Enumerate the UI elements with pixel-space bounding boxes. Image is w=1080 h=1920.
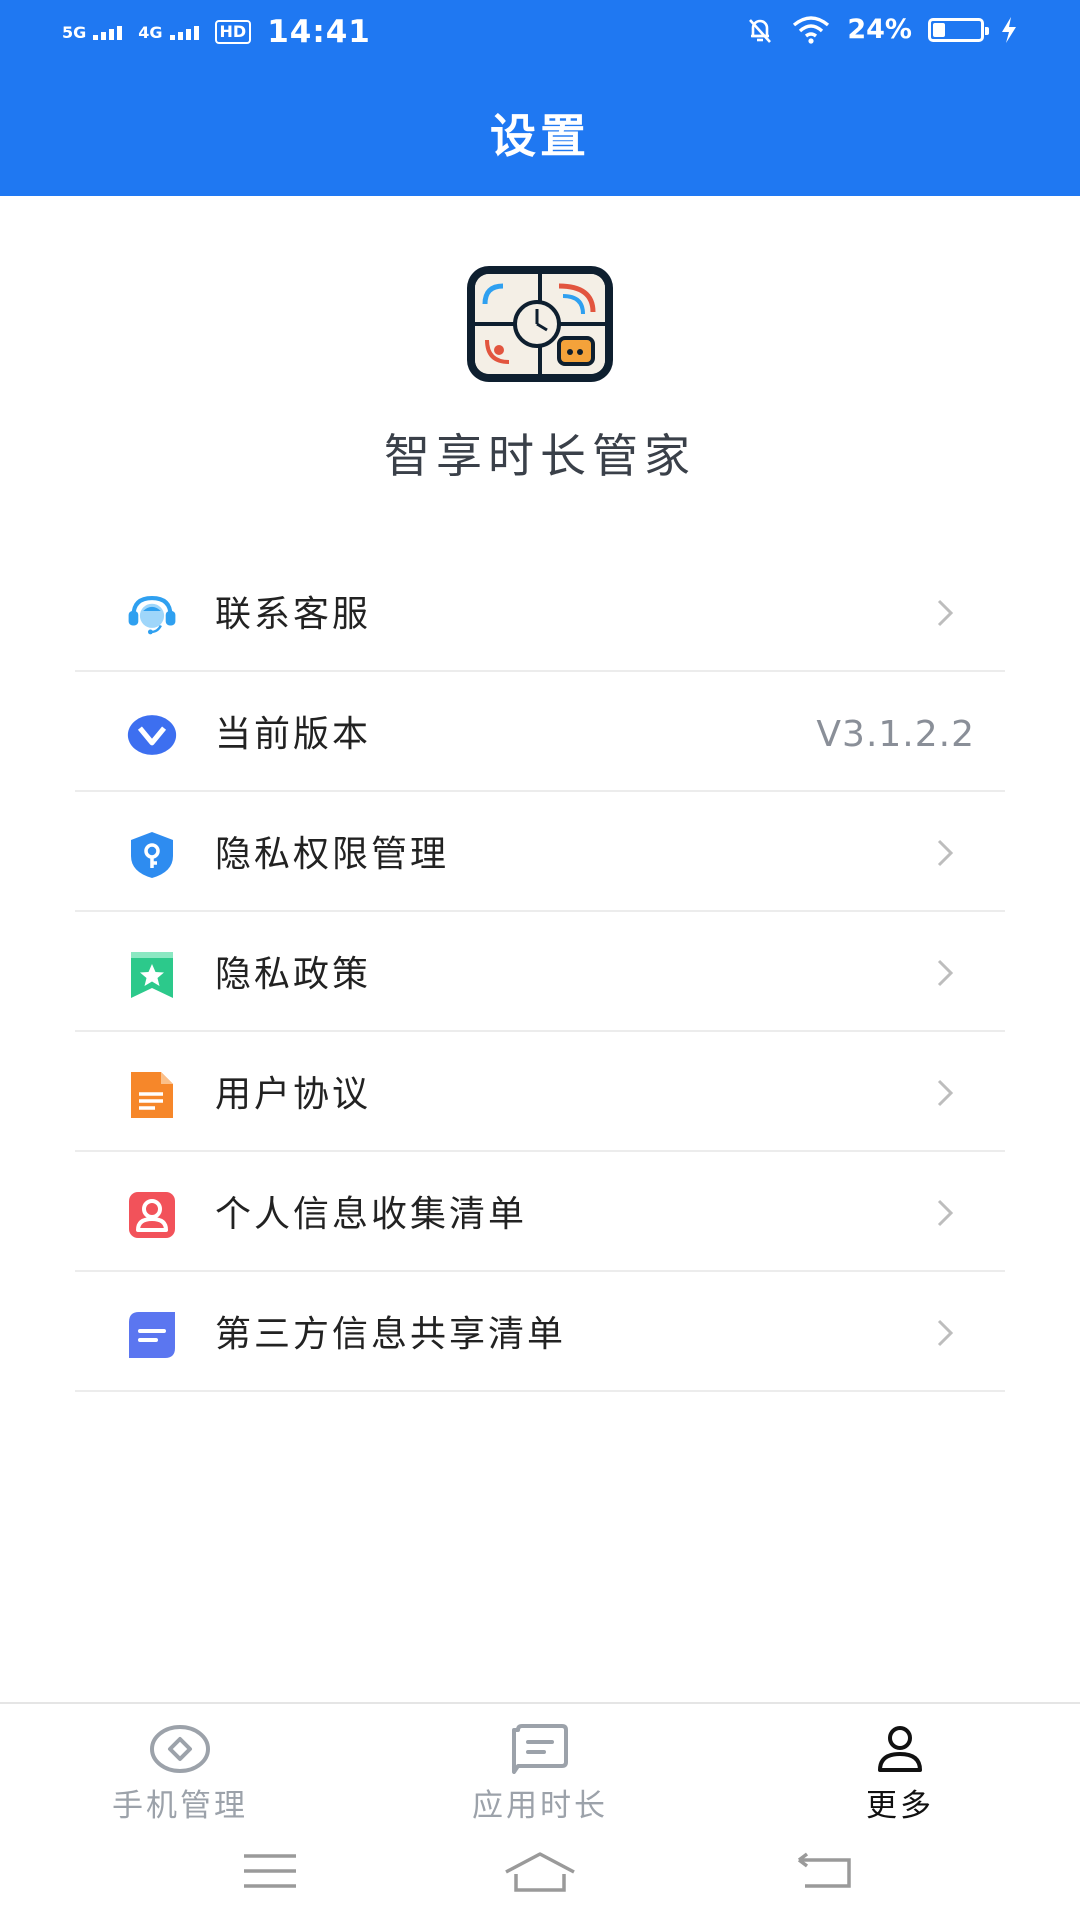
network-4g-label: 4G <box>138 22 163 42</box>
tab-label: 应用时长 <box>472 1788 608 1824</box>
document-icon <box>127 1070 177 1120</box>
menu-item-user-agreement[interactable]: 用户协议 <box>75 1032 1005 1152</box>
bookmark-star-icon <box>127 950 177 1000</box>
phone-manage-icon <box>150 1725 210 1773</box>
page-title: 设置 <box>490 109 590 163</box>
version-value: V3.1.2.2 <box>816 714 975 755</box>
battery-fill <box>933 22 945 37</box>
settings-page: 5G 4G HD 14:41 24% 设置 智享时长管家 联系客服 当前版本 V… <box>0 0 1080 1920</box>
menu-lines-icon[interactable] <box>230 1848 310 1894</box>
menu-item-privacy-permission[interactable]: 隐私权限管理 <box>75 792 1005 912</box>
tab-more[interactable]: 更多 <box>800 1724 1000 1825</box>
system-navigation-bar <box>0 1822 1080 1920</box>
bottom-tab-bar: 手机管理 应用时长 更多 <box>0 1702 1080 1825</box>
signal-bars-icon <box>169 25 199 40</box>
list-card-icon <box>127 1310 177 1360</box>
status-right: 24% <box>745 14 1018 45</box>
status-bar: 5G 4G HD 14:41 24% <box>0 0 1080 70</box>
network-5g-label: 5G <box>62 22 87 42</box>
shield-key-icon <box>127 830 177 880</box>
wifi-icon <box>793 15 830 44</box>
app-logo-graphic <box>475 274 605 374</box>
mute-bell-icon <box>749 18 772 43</box>
back-icon[interactable] <box>785 1848 865 1894</box>
menu-item-third-party-sharing-list[interactable]: 第三方信息共享清单 <box>75 1272 1005 1392</box>
battery-icon <box>928 17 989 42</box>
status-time: 14:41 <box>267 14 371 50</box>
more-user-icon <box>878 1726 922 1772</box>
menu-item-label: 联系客服 <box>215 594 372 635</box>
menu-item-current-version[interactable]: 当前版本 V3.1.2.2 <box>75 672 1005 792</box>
menu-item-label: 用户协议 <box>215 1074 372 1115</box>
version-v-icon <box>127 710 177 760</box>
home-icon[interactable] <box>500 1848 580 1894</box>
customer-service-icon <box>127 590 177 640</box>
network-4g-indicator: 4G <box>138 22 199 42</box>
menu-item-privacy-policy[interactable]: 隐私政策 <box>75 912 1005 1032</box>
app-logo-icon <box>467 266 613 382</box>
tab-label: 更多 <box>866 1788 934 1824</box>
chevron-right-icon <box>937 1199 954 1227</box>
chevron-right-icon <box>937 599 954 627</box>
app-name: 智享时长管家 <box>384 429 696 483</box>
signal-bars-icon <box>93 25 123 40</box>
tab-label: 手机管理 <box>112 1788 248 1824</box>
tab-phone-manage[interactable]: 手机管理 <box>80 1724 280 1825</box>
chevron-right-icon <box>937 1079 954 1107</box>
app-duration-icon <box>512 1724 568 1774</box>
charging-bolt-icon <box>1002 16 1016 43</box>
tab-app-duration[interactable]: 应用时长 <box>440 1724 640 1825</box>
menu-item-label: 个人信息收集清单 <box>215 1194 528 1235</box>
menu-item-label: 隐私权限管理 <box>215 834 450 875</box>
hd-badge: HD <box>214 20 252 44</box>
menu-item-customer-service[interactable]: 联系客服 <box>75 552 1005 672</box>
status-left: 5G 4G HD 14:41 <box>62 14 371 50</box>
menu-item-personal-info-list[interactable]: 个人信息收集清单 <box>75 1152 1005 1272</box>
battery-percent: 24% <box>847 14 912 45</box>
settings-menu: 联系客服 当前版本 V3.1.2.2 隐私权限管理 隐私政策 用户协议 个人信息… <box>75 552 1005 1392</box>
chevron-right-icon <box>937 839 954 867</box>
user-card-icon <box>127 1190 177 1240</box>
chevron-right-icon <box>937 959 954 987</box>
header: 5G 4G HD 14:41 24% 设置 <box>0 0 1080 196</box>
network-5g-indicator: 5G <box>62 22 123 42</box>
menu-item-label: 隐私政策 <box>215 954 372 995</box>
chevron-right-icon <box>937 1319 954 1347</box>
menu-item-label: 第三方信息共享清单 <box>215 1314 567 1355</box>
menu-item-label: 当前版本 <box>215 714 372 755</box>
